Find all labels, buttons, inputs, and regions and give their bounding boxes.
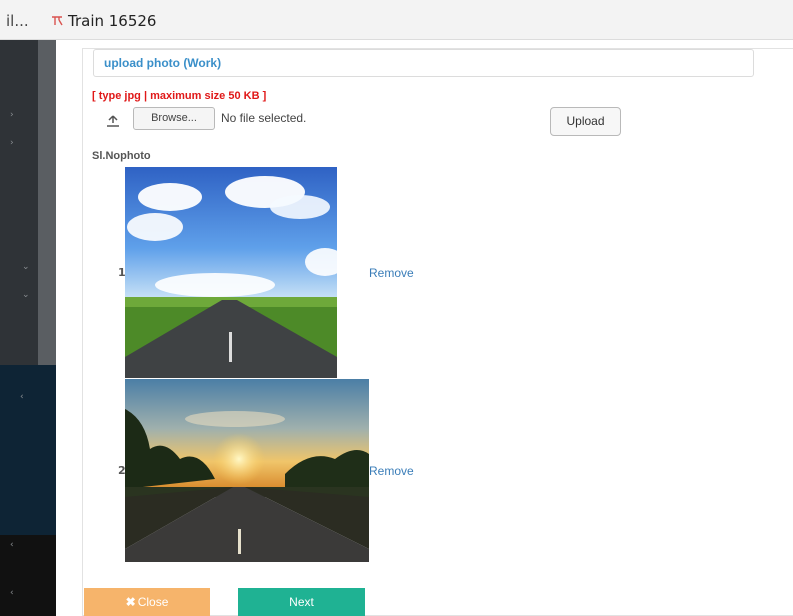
tab-current[interactable]: Train 16526 xyxy=(50,12,156,30)
upload-icon xyxy=(106,112,120,131)
file-type-hint: [ type jpg | maximum size 50 KB ] xyxy=(92,90,267,102)
section-header: upload photo (Work) xyxy=(93,49,754,77)
close-button-label: Close xyxy=(137,595,169,609)
photo-road-blue-sky xyxy=(125,167,337,378)
chevron-down-icon[interactable]: ⌄ xyxy=(22,262,30,272)
chevron-down-icon[interactable]: ⌄ xyxy=(22,290,30,300)
chevron-right-icon[interactable]: › xyxy=(10,138,14,148)
remove-photo-link[interactable]: Remove xyxy=(369,464,414,478)
train-icon xyxy=(50,14,64,28)
close-button[interactable]: ✖ Close xyxy=(84,588,210,616)
remove-photo-link[interactable]: Remove xyxy=(369,266,414,280)
chevron-right-icon[interactable]: › xyxy=(10,110,14,120)
browse-button[interactable]: Browse... xyxy=(133,107,215,130)
upload-button[interactable]: Upload xyxy=(550,107,621,136)
page: il... Train 16526 › › ⌄ ⌄ ‹ ‹ ‹ upload p… xyxy=(0,0,793,616)
section-title: upload photo (Work) xyxy=(104,56,222,70)
file-status: No file selected. xyxy=(221,111,307,125)
tab-bar: il... Train 16526 xyxy=(0,0,793,40)
photo-road-sunset xyxy=(125,379,369,562)
chevron-left-icon[interactable]: ‹ xyxy=(10,588,14,598)
sidebar: › › ⌄ ⌄ ‹ ‹ ‹ xyxy=(0,40,56,616)
tab-current-label: Train 16526 xyxy=(68,12,157,30)
next-button[interactable]: Next xyxy=(238,588,365,616)
table-header: Sl.Nophoto xyxy=(92,150,151,162)
chevron-left-icon[interactable]: ‹ xyxy=(10,540,14,550)
chevron-left-icon[interactable]: ‹ xyxy=(20,392,24,402)
close-icon: ✖ xyxy=(125,595,136,609)
tab-previous[interactable]: il... xyxy=(6,12,29,30)
